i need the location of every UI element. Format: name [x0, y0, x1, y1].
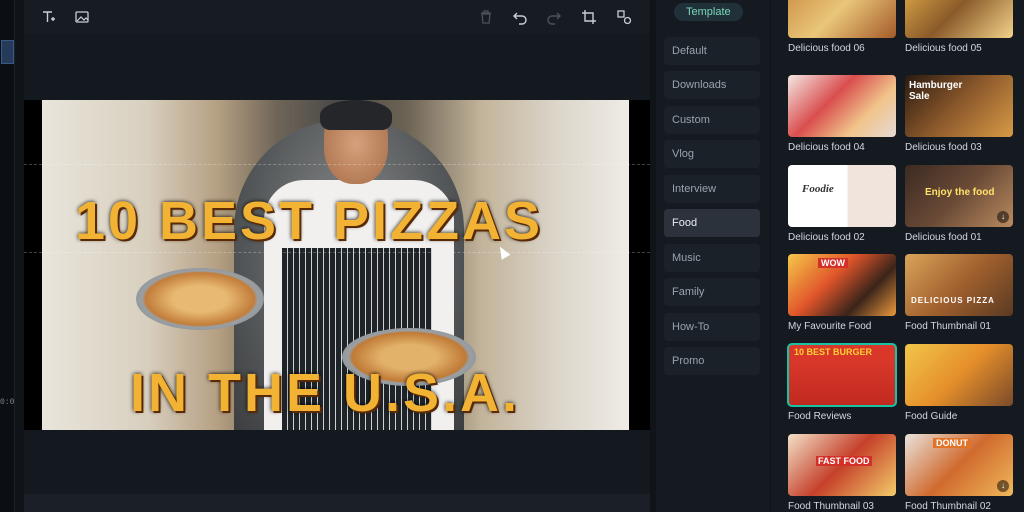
template-thumb-text: Enjoy the food	[925, 187, 995, 198]
template-thumb-text: FAST FOOD	[816, 456, 872, 466]
editor-area: 10 BEST PIZZAS IN THE U.S.A.	[24, 0, 650, 512]
category-interview[interactable]: Interview	[664, 175, 760, 203]
template-thumbnail	[905, 344, 1013, 406]
pizza-left	[136, 268, 264, 330]
shapes-icon[interactable]	[615, 8, 633, 26]
template-card[interactable]: Food Guide	[905, 344, 1013, 422]
category-how-to[interactable]: How-To	[664, 313, 760, 341]
template-thumb-text: WOW	[818, 258, 848, 268]
timeline-bar[interactable]	[24, 494, 650, 512]
template-card[interactable]: Hamburger Sale Delicious food 03	[905, 75, 1013, 153]
template-label: Delicious food 03	[905, 142, 982, 153]
template-card[interactable]: FAST FOOD Food Thumbnail 03	[788, 434, 896, 512]
delete-icon[interactable]	[477, 8, 495, 26]
category-downloads[interactable]: Downloads	[664, 71, 760, 99]
category-family[interactable]: Family	[664, 278, 760, 306]
template-label: My Favourite Food	[788, 321, 872, 332]
template-thumbnail: Enjoy the food ↓	[905, 165, 1013, 227]
template-grid: Delicious food 06 Delicious food 05 Deli…	[787, 0, 1024, 512]
crop-icon[interactable]	[580, 8, 598, 26]
download-icon[interactable]: ↓	[997, 211, 1009, 223]
media-thumbnail[interactable]	[1, 40, 14, 64]
template-label: Food Reviews	[788, 411, 852, 422]
template-thumb-text: DELICIOUS PIZZA	[911, 296, 995, 305]
template-label: Food Thumbnail 01	[905, 321, 991, 332]
category-food[interactable]: Food	[664, 209, 760, 237]
template-thumb-text: DONUT	[933, 438, 971, 448]
template-label: Delicious food 02	[788, 232, 865, 243]
template-card[interactable]: Delicious food 06	[788, 0, 896, 54]
video-preview[interactable]: 10 BEST PIZZAS IN THE U.S.A.	[24, 100, 650, 430]
category-promo[interactable]: Promo	[664, 347, 760, 375]
template-label: Delicious food 01	[905, 232, 982, 243]
chef-cap	[320, 100, 392, 130]
template-label: Food Thumbnail 02	[905, 501, 991, 512]
template-thumbnail: Foodie	[788, 165, 896, 227]
template-card[interactable]: Enjoy the food ↓ Delicious food 01	[905, 165, 1013, 243]
redo-icon[interactable]	[545, 8, 563, 26]
template-thumbnail	[788, 75, 896, 137]
template-thumb-text: Foodie	[802, 183, 834, 195]
template-thumbnail: WOW	[788, 254, 896, 316]
canvas-area: 10 BEST PIZZAS IN THE U.S.A.	[24, 34, 650, 474]
tab-template[interactable]: Template	[674, 3, 743, 21]
template-card[interactable]: Delicious food 04	[788, 75, 896, 153]
guide-line	[24, 164, 650, 165]
category-music[interactable]: Music	[664, 244, 760, 272]
add-image-icon[interactable]	[73, 8, 91, 26]
template-card[interactable]: DELICIOUS PIZZA Food Thumbnail 01	[905, 254, 1013, 332]
template-label: Delicious food 06	[788, 43, 865, 54]
template-panel: Template Default Downloads Custom Vlog I…	[656, 0, 1024, 512]
template-thumbnail: DONUT ↓	[905, 434, 1013, 496]
template-thumbnail: FAST FOOD	[788, 434, 896, 496]
template-card[interactable]: Delicious food 05	[905, 0, 1013, 54]
template-label: Food Thumbnail 03	[788, 501, 874, 512]
template-label: Food Guide	[905, 411, 958, 422]
category-default[interactable]: Default	[664, 37, 760, 65]
template-thumbnail: DELICIOUS PIZZA	[905, 254, 1013, 316]
headline-line-1[interactable]: 10 BEST PIZZAS	[24, 190, 622, 252]
template-thumb-text: Hamburger Sale	[909, 80, 963, 102]
template-label: Delicious food 05	[905, 43, 982, 54]
template-card[interactable]: DONUT ↓ Food Thumbnail 02	[905, 434, 1013, 512]
template-label: Delicious food 04	[788, 142, 865, 153]
template-card[interactable]: 10 BEST BURGER Food Reviews	[787, 343, 897, 422]
template-thumb-text: 10 BEST BURGER	[794, 347, 873, 357]
template-card[interactable]: Foodie Delicious food 02	[788, 165, 896, 243]
editor-toolbar	[24, 0, 650, 35]
template-thumbnail	[788, 0, 896, 38]
headline-line-2[interactable]: IN THE U.S.A.	[24, 362, 638, 424]
left-media-strip: 0:0	[0, 0, 15, 512]
template-card[interactable]: WOW My Favourite Food	[788, 254, 896, 332]
template-thumbnail: 10 BEST BURGER	[787, 343, 897, 407]
timecode: 0:0	[0, 398, 15, 407]
template-thumbnail	[905, 0, 1013, 38]
category-vlog[interactable]: Vlog	[664, 140, 760, 168]
undo-icon[interactable]	[511, 8, 529, 26]
guide-line	[24, 252, 650, 253]
template-thumbnail: Hamburger Sale	[905, 75, 1013, 137]
category-custom[interactable]: Custom	[664, 106, 760, 134]
download-icon[interactable]: ↓	[997, 480, 1009, 492]
panel-divider	[770, 0, 771, 512]
add-text-icon[interactable]	[40, 8, 58, 26]
